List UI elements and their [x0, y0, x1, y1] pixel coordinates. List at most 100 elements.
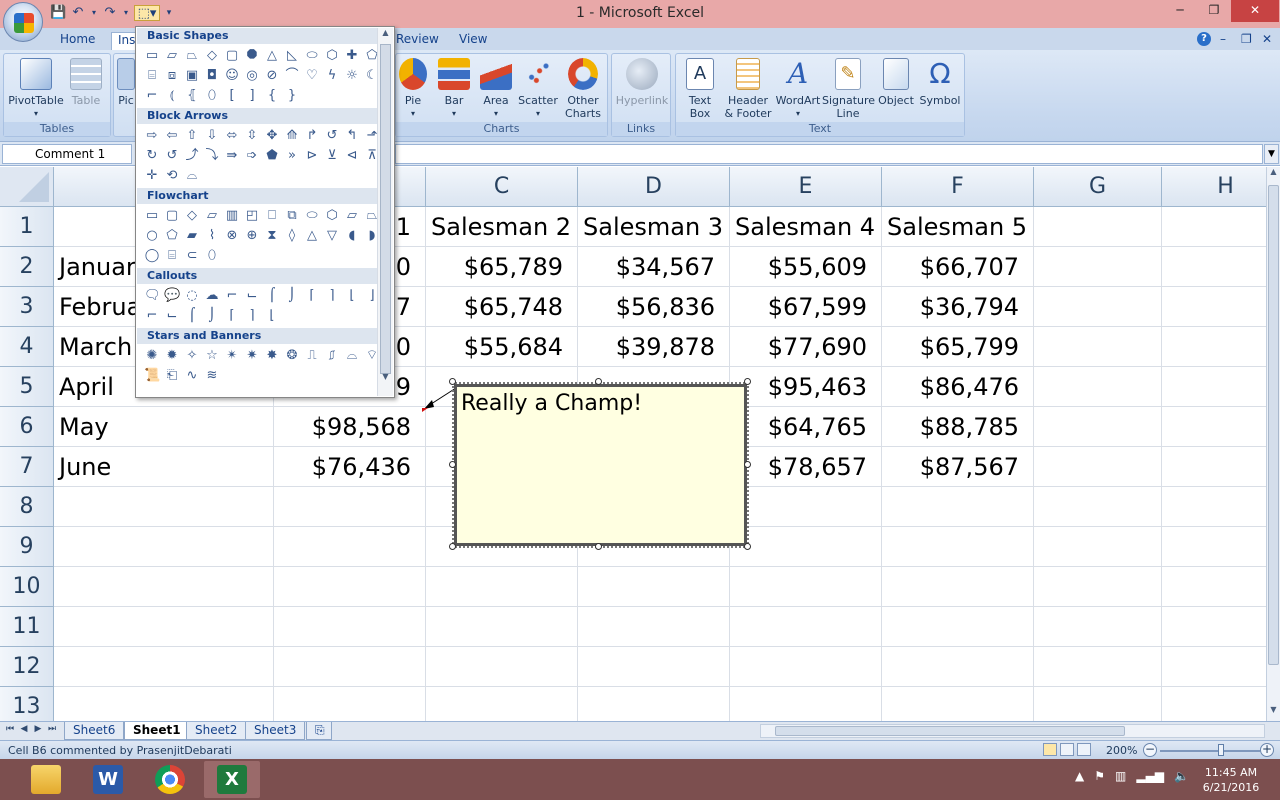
formula-input[interactable]: [395, 144, 1263, 164]
rect-callout-shape-icon[interactable]: 🗨: [144, 288, 161, 304]
data-shape-icon[interactable]: ▱: [204, 208, 220, 224]
brace-pair-shape-icon[interactable]: ⦃: [184, 88, 200, 104]
table-cell[interactable]: [1034, 407, 1162, 447]
bar-chart-button[interactable]: Bar ▾: [436, 58, 472, 120]
line-callout-5-shape-icon[interactable]: ⌈: [304, 288, 320, 304]
table-cell[interactable]: $56,836: [578, 287, 730, 327]
table-cell[interactable]: $55,609: [730, 247, 882, 287]
terminator-shape-icon[interactable]: ⬭: [304, 208, 320, 224]
5-point-star-shape-icon[interactable]: ☆: [204, 348, 220, 364]
table-cell[interactable]: $98,568: [274, 407, 426, 447]
comment-box[interactable]: Really a Champ!: [452, 382, 749, 548]
punched-tape-shape-icon[interactable]: ⌇: [204, 228, 220, 244]
table-cell[interactable]: [426, 687, 578, 721]
table-cell[interactable]: [1162, 207, 1266, 247]
column-header[interactable]: D: [578, 167, 730, 207]
table-cell[interactable]: [1162, 327, 1266, 367]
up-arrow-shape-icon[interactable]: ⇧: [184, 128, 200, 144]
line-callout-10-shape-icon[interactable]: ⌙: [164, 308, 180, 324]
gallery-scroll-thumb[interactable]: [380, 44, 391, 374]
table-cell[interactable]: [882, 487, 1034, 527]
table-cell[interactable]: [1034, 487, 1162, 527]
table-cell[interactable]: $77,690: [730, 327, 882, 367]
table-cell[interactable]: [54, 487, 274, 527]
4-point-star-shape-icon[interactable]: ✧: [184, 348, 200, 364]
sheet-tab-active[interactable]: Sheet1: [124, 722, 190, 740]
row-header[interactable]: 6: [0, 407, 54, 447]
parallelogram-shape-icon[interactable]: ▱: [164, 48, 180, 64]
plaque-shape-icon[interactable]: ⬯: [204, 88, 220, 104]
table-cell[interactable]: [1034, 567, 1162, 607]
row-header[interactable]: 3: [0, 287, 54, 327]
pentagon-arrow-shape-icon[interactable]: ⬟: [264, 148, 280, 164]
table-cell[interactable]: [274, 487, 426, 527]
office-button[interactable]: [3, 2, 43, 42]
left-bracket-shape-icon[interactable]: [: [224, 88, 240, 104]
prev-sheet-icon[interactable]: ◀: [18, 724, 30, 734]
table-cell[interactable]: [54, 527, 274, 567]
row-header[interactable]: 10: [0, 567, 54, 607]
table-cell[interactable]: [1162, 567, 1266, 607]
normal-view-icon[interactable]: [1043, 743, 1057, 756]
page-layout-view-icon[interactable]: [1060, 743, 1074, 756]
right-brace-shape-icon[interactable]: }: [284, 88, 300, 104]
table-cell[interactable]: [274, 687, 426, 721]
line-callout-6-shape-icon[interactable]: ⌉: [324, 288, 340, 304]
merge-shape-icon[interactable]: ▽: [324, 228, 340, 244]
table-cell[interactable]: [426, 607, 578, 647]
right-callout-arrow-shape-icon[interactable]: ⊳: [304, 148, 320, 164]
table-cell[interactable]: [578, 567, 730, 607]
table-cell[interactable]: [1034, 287, 1162, 327]
manual-input-shape-icon[interactable]: ⏥: [344, 208, 360, 224]
tab-view[interactable]: View: [459, 32, 487, 46]
table-cell[interactable]: $65,789: [426, 247, 578, 287]
page-break-view-icon[interactable]: [1077, 743, 1091, 756]
picture-button[interactable]: Pic: [116, 58, 136, 107]
zoom-in-button[interactable]: +: [1260, 743, 1274, 757]
line-callout-15-shape-icon[interactable]: ⌊: [264, 308, 280, 324]
column-header[interactable]: C: [426, 167, 578, 207]
table-cell[interactable]: [882, 607, 1034, 647]
table-cell[interactable]: $34,567: [578, 247, 730, 287]
rounded-rect-shape-icon[interactable]: ▢: [224, 48, 240, 64]
network-icon[interactable]: ▥: [1115, 769, 1126, 783]
explosion-1-shape-icon[interactable]: ✺: [144, 348, 160, 364]
striped-right-arrow-shape-icon[interactable]: ⇛: [224, 148, 240, 164]
table-cell[interactable]: [730, 687, 882, 721]
resize-handle[interactable]: [449, 543, 456, 550]
table-cell[interactable]: $65,799: [882, 327, 1034, 367]
workbook-close-button[interactable]: ✕: [1262, 32, 1272, 46]
sheet-tab[interactable]: Sheet3: [245, 722, 306, 740]
line-callout-7-shape-icon[interactable]: ⌊: [344, 288, 360, 304]
table-cell[interactable]: [426, 647, 578, 687]
show-hidden-icons-icon[interactable]: ▲: [1075, 769, 1084, 783]
curved-left-arrow-shape-icon[interactable]: ↺: [164, 148, 180, 164]
table-cell[interactable]: [274, 567, 426, 607]
table-cell[interactable]: [882, 567, 1034, 607]
donut-shape-icon[interactable]: ◎: [244, 68, 260, 84]
quad-callout-shape-icon[interactable]: ✛: [144, 168, 160, 184]
row-header[interactable]: 7: [0, 447, 54, 487]
sun-shape-icon[interactable]: ☼: [344, 68, 360, 84]
no-symbol-shape-icon[interactable]: ⊘: [264, 68, 280, 84]
resize-handle[interactable]: [595, 378, 602, 385]
gallery-scroll-down-icon[interactable]: ▼: [378, 372, 393, 386]
explosion-2-shape-icon[interactable]: ✹: [164, 348, 180, 364]
row-header[interactable]: 8: [0, 487, 54, 527]
row-header[interactable]: 11: [0, 607, 54, 647]
table-cell[interactable]: [1162, 527, 1266, 567]
pivottable-button[interactable]: PivotTable ▾: [8, 58, 64, 120]
line-callout-3-shape-icon[interactable]: ⌠: [264, 288, 280, 304]
system-clock[interactable]: 11:45 AM 6/21/2016: [1196, 765, 1266, 795]
table-cell[interactable]: [578, 647, 730, 687]
scroll-up-icon[interactable]: ▲: [1267, 167, 1280, 183]
table-cell[interactable]: $66,707: [882, 247, 1034, 287]
down-callout-arrow-shape-icon[interactable]: ⊻: [324, 148, 340, 164]
bevel-shape-icon[interactable]: ▣: [184, 68, 200, 84]
24-point-star-shape-icon[interactable]: ✸: [264, 348, 280, 364]
table-cell[interactable]: Salesman 4: [730, 207, 882, 247]
line-callout-1-shape-icon[interactable]: ⌐: [224, 288, 240, 304]
text-box-button[interactable]: A Text Box: [680, 58, 720, 120]
table-cell[interactable]: [882, 647, 1034, 687]
16-point-star-shape-icon[interactable]: ✷: [244, 348, 260, 364]
